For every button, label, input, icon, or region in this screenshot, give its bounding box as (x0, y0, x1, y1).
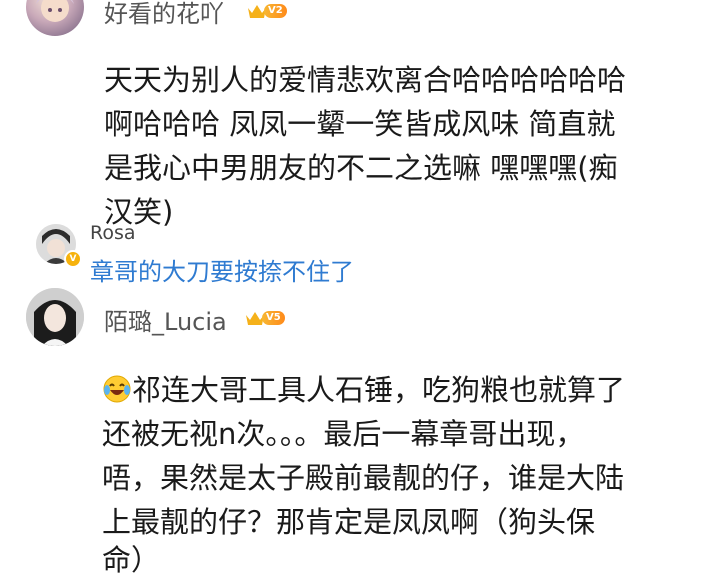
comment-line: 唔，果然是太子殿前最靓的仔，谁是大陆 (102, 461, 625, 495)
level-label: V2 (264, 4, 287, 18)
comment-line: 天天为别人的爱情悲欢离合哈哈哈哈哈哈 (104, 63, 627, 97)
comment-line: 啊哈哈哈 凤凤一颦一笑皆成风味 简直就 (104, 107, 616, 141)
comment-line: 上最靓的仔？那肯定是凤凤啊（狗头保 (102, 505, 596, 539)
comment-line: 命） (102, 543, 161, 577)
member-level-badge: V5 (244, 309, 285, 327)
comment-line: 祁连大哥工具人石锤，吃狗粮也就算了 (102, 368, 625, 412)
avatar[interactable] (26, 288, 84, 346)
laughing-crying-emoji-icon (103, 375, 131, 403)
comment-item: 陌璐_Lucia V5 祁连大哥工具人石锤，吃狗粮也就算了 还被无视n次。。。最… (0, 282, 720, 577)
comment-line: 是我心中男朋友的不二之选嘛 嘿嘿嘿(痴 (104, 151, 618, 185)
username[interactable]: 陌璐_Lucia (104, 302, 227, 337)
reply-item: V Rosa 章哥的大刀要按捺不住了 (0, 220, 720, 286)
comment-line: 还被无视n次。。。最后一幕章哥出现， (102, 417, 585, 451)
reply-username[interactable]: Rosa (90, 222, 136, 244)
avatar[interactable] (26, 0, 84, 36)
level-label: V5 (262, 311, 285, 325)
member-level-badge: V2 (246, 2, 287, 20)
comment-item: 好看的花吖 V2 天天为别人的爱情悲欢离合哈哈哈哈哈哈 啊哈哈哈 凤凤一颦一笑皆… (0, 0, 720, 230)
comment-line-text: 祁连大哥工具人石锤，吃狗粮也就算了 (132, 373, 626, 407)
username[interactable]: 好看的花吖 (104, 0, 224, 29)
verified-icon: V (64, 250, 82, 268)
